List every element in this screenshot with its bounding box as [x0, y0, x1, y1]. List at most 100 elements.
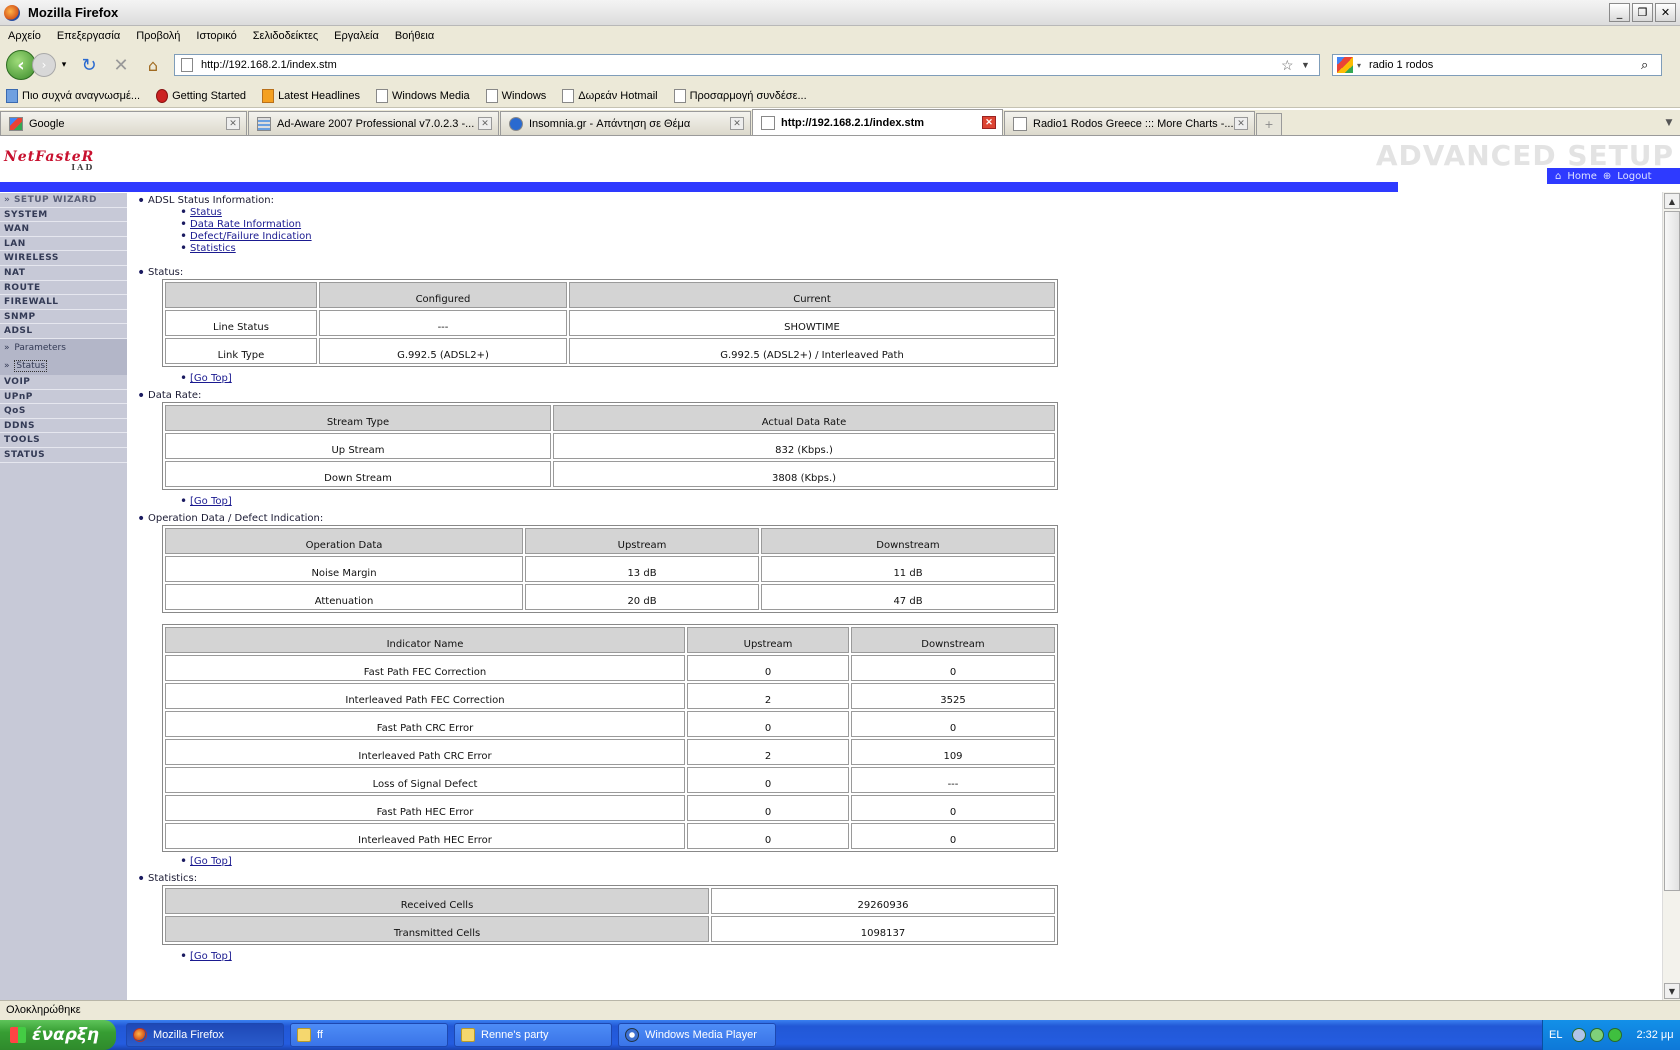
sidebar-item-system[interactable]: SYSTEM	[0, 208, 127, 223]
sidebar-item-setup-wizard[interactable]: » SETUP WIZARD	[0, 193, 127, 208]
tab-insomnia[interactable]: Insomnia.gr - Απάντηση σε Θέμα ✕	[500, 111, 751, 135]
sidebar-item-upnp[interactable]: UPnP	[0, 390, 127, 405]
tab-radio1-rodos[interactable]: Radio1 Rodos Greece ::: More Charts -...…	[1004, 111, 1255, 135]
history-dropdown-icon[interactable]: ▾	[58, 52, 70, 78]
search-icon[interactable]: ⌕	[1641, 57, 1661, 73]
tray-app-icon[interactable]	[1608, 1028, 1623, 1042]
bookmark-hotmail[interactable]: Δωρεάν Hotmail	[556, 88, 658, 103]
sidebar-item-voip[interactable]: VOIP	[0, 375, 127, 390]
link-status[interactable]: Status	[180, 206, 312, 219]
adsl-info-heading: ADSL Status Information:	[137, 193, 274, 209]
sidebar-item-ddns[interactable]: DDNS	[0, 419, 127, 434]
go-top-link[interactable]: [Go Top]	[180, 495, 232, 508]
bookmarks-toolbar: Πιο συχνά αναγνωσμέ... Getting Started L…	[0, 84, 1680, 108]
go-top-link[interactable]: [Go Top]	[180, 950, 232, 963]
page-icon	[673, 88, 686, 103]
vertical-scrollbar[interactable]: ▲ ▼	[1662, 192, 1680, 1000]
logout-link[interactable]: Logout	[1617, 171, 1651, 182]
table-header-row: Stream Type Actual Data Rate	[165, 405, 1055, 431]
menu-history[interactable]: Ιστορικό	[188, 30, 244, 42]
bookmark-getting-started[interactable]: Getting Started	[150, 88, 246, 103]
tab-router-status[interactable]: http://192.168.2.1/index.stm ✕	[752, 109, 1003, 135]
link-statistics[interactable]: Statistics	[180, 242, 312, 255]
bookmark-star-icon[interactable]: ☆	[1281, 57, 1301, 74]
search-bar[interactable]: ▾ radio 1 rodos ⌕	[1332, 54, 1662, 76]
sidebar-item-wireless[interactable]: WIRELESS	[0, 251, 127, 266]
stop-icon[interactable]: ✕	[108, 52, 134, 78]
engine-dropdown-icon[interactable]: ▾	[1357, 61, 1361, 70]
sidebar-item-snmp[interactable]: SNMP	[0, 310, 127, 325]
reload-icon[interactable]: ↻	[76, 52, 102, 78]
close-tab-icon[interactable]: ✕	[226, 117, 240, 130]
scroll-down-icon[interactable]: ▼	[1664, 983, 1680, 999]
url-input[interactable]: http://192.168.2.1/index.stm	[201, 59, 1281, 71]
table-cell: Received Cells	[165, 888, 709, 914]
url-bar[interactable]: http://192.168.2.1/index.stm ☆ ▼	[174, 54, 1320, 76]
forward-button[interactable]: ›	[32, 53, 56, 77]
sidebar-subitem-parameters[interactable]: » Parameters	[0, 338, 127, 357]
home-link[interactable]: Home	[1567, 171, 1597, 182]
page-icon	[181, 58, 193, 72]
home-icon[interactable]: ⌂	[140, 52, 166, 78]
taskbar-item-ff-folder[interactable]: ff	[290, 1023, 448, 1047]
minimize-button[interactable]: _	[1609, 3, 1630, 22]
close-window-button[interactable]: ✕	[1655, 3, 1676, 22]
sidebar-item-status[interactable]: STATUS	[0, 448, 127, 463]
sidebar-item-tools[interactable]: TOOLS	[0, 433, 127, 448]
language-indicator[interactable]: EL	[1549, 1029, 1562, 1041]
go-top-link[interactable]: [Go Top]	[180, 855, 232, 868]
page-icon	[485, 88, 498, 103]
table-header-row: Operation Data Upstream Downstream	[165, 528, 1055, 554]
close-tab-icon[interactable]: ✕	[1234, 117, 1248, 130]
sidebar-item-firewall[interactable]: FIREWALL	[0, 295, 127, 310]
table-cell: 0	[687, 767, 849, 793]
table-header-cell: Downstream	[761, 528, 1055, 554]
tray-expand-icon[interactable]	[1572, 1028, 1587, 1042]
taskbar-item-media-player[interactable]: Windows Media Player	[618, 1023, 776, 1047]
menu-edit[interactable]: Επεξεργασία	[49, 30, 128, 42]
sidebar-item-wan[interactable]: WAN	[0, 222, 127, 237]
menu-help[interactable]: Βοήθεια	[387, 30, 442, 42]
scroll-thumb[interactable]	[1664, 211, 1680, 891]
menu-bookmarks[interactable]: Σελιδοδείκτες	[245, 30, 326, 42]
tab-list-dropdown-icon[interactable]: ▼	[1660, 113, 1678, 133]
search-input[interactable]: radio 1 rodos	[1369, 59, 1641, 71]
go-top-link[interactable]: [Go Top]	[180, 372, 232, 385]
bookmark-customize-links[interactable]: Προσαρμογή συνδέσε...	[668, 88, 807, 103]
scroll-up-icon[interactable]: ▲	[1664, 193, 1680, 209]
sidebar-item-lan[interactable]: LAN	[0, 237, 127, 252]
sidebar-item-nat[interactable]: NAT	[0, 266, 127, 281]
restore-button[interactable]: ❐	[1632, 3, 1653, 22]
page-icon	[761, 115, 775, 130]
network-icon[interactable]	[1590, 1028, 1605, 1042]
new-tab-button[interactable]: +	[1256, 113, 1282, 135]
sidebar-item-qos[interactable]: QoS	[0, 404, 127, 419]
tab-google[interactable]: Google ✕	[0, 111, 247, 135]
close-tab-icon[interactable]: ✕	[478, 117, 492, 130]
google-search-engine-icon[interactable]	[1337, 57, 1353, 73]
url-dropdown-icon[interactable]: ▼	[1301, 60, 1319, 70]
sidebar-item-route[interactable]: ROUTE	[0, 281, 127, 296]
sidebar-subitem-status[interactable]: » Status	[0, 356, 127, 375]
status-heading: Status:	[137, 265, 183, 281]
bookmark-windows-media[interactable]: Windows Media	[370, 88, 470, 103]
menu-view[interactable]: Προβολή	[128, 30, 188, 42]
tab-ad-aware[interactable]: Ad-Aware 2007 Professional v7.0.2.3 -...…	[248, 111, 499, 135]
table-cell: 0	[687, 711, 849, 737]
taskbar-item-firefox[interactable]: Mozilla Firefox	[126, 1023, 284, 1047]
bookmark-latest-headlines[interactable]: Latest Headlines	[256, 88, 360, 103]
link-data-rate[interactable]: Data Rate Information	[180, 218, 312, 231]
menu-file[interactable]: Αρχείο	[0, 30, 49, 42]
table-row: Interleaved Path HEC Error 0 0	[165, 823, 1055, 849]
go-top-link-wrapper: [Go Top]	[180, 855, 232, 868]
link-defect-indication[interactable]: Defect/Failure Indication	[180, 230, 312, 243]
bookmark-windows[interactable]: Windows	[480, 88, 546, 103]
close-tab-icon[interactable]: ✕	[730, 117, 744, 130]
menu-tools[interactable]: Εργαλεία	[326, 30, 387, 42]
close-tab-icon[interactable]: ✕	[982, 116, 996, 129]
taskbar-item-rennes-party[interactable]: Renne's party	[454, 1023, 612, 1047]
sidebar-item-adsl[interactable]: ADSL	[0, 324, 127, 339]
bookmark-most-visited[interactable]: Πιο συχνά αναγνωσμέ...	[0, 88, 140, 103]
table-row: Interleaved Path CRC Error 2 109	[165, 739, 1055, 765]
start-button[interactable]: έναρξη	[0, 1020, 116, 1050]
